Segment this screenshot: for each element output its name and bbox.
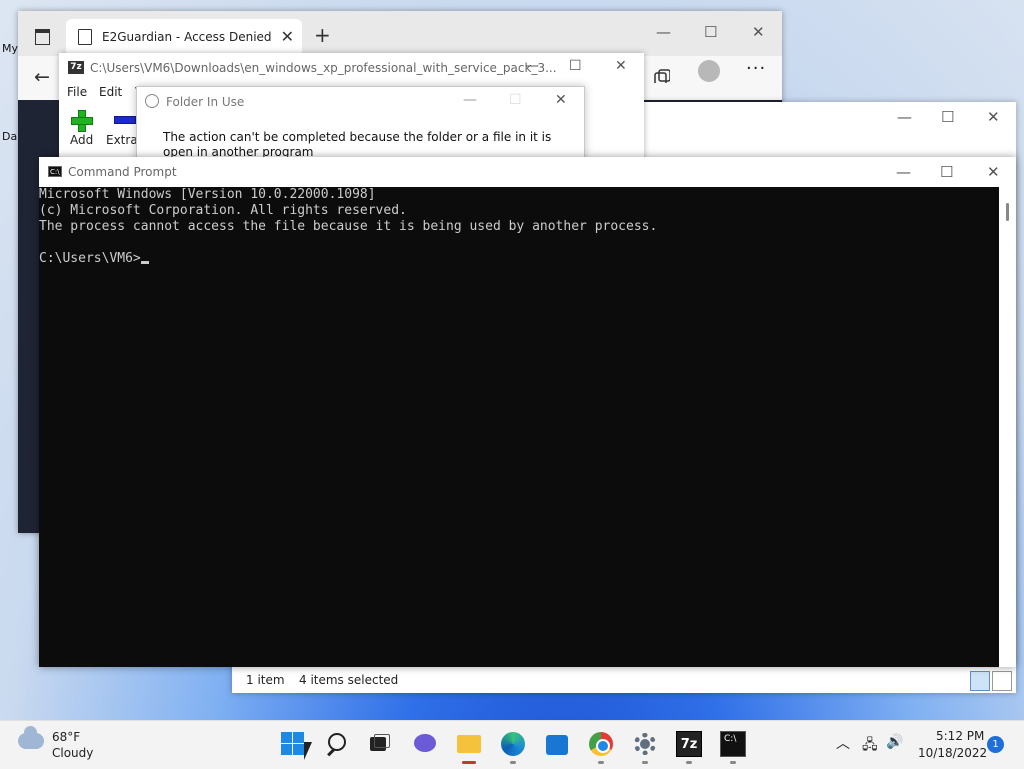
tab-title: E2Guardian - Access Denied [102, 30, 272, 44]
minimize-button[interactable]: — [896, 163, 911, 181]
edge-icon[interactable] [500, 731, 526, 757]
command-prompt-icon[interactable]: C:\ [720, 731, 746, 757]
details-view-icon[interactable] [970, 671, 990, 691]
window-title: C:\Users\VM6\Downloads\en_windows_xp_pro… [90, 61, 557, 75]
dialog-app-icon [145, 94, 159, 108]
page-icon [78, 29, 92, 45]
vertical-scrollbar[interactable] [999, 187, 1016, 667]
start-icon[interactable] [280, 731, 306, 757]
maximize-button[interactable]: ☐ [940, 163, 953, 181]
show-hidden-icons-icon[interactable]: ︿ [836, 733, 850, 753]
terminal-line: (c) Microsoft Corporation. All rights re… [39, 203, 407, 218]
running-indicator [730, 761, 736, 764]
chat-icon[interactable] [412, 731, 438, 757]
running-indicator [686, 761, 692, 764]
profile-avatar[interactable] [698, 60, 720, 82]
terminal-prompt: C:\Users\VM6> [39, 251, 141, 266]
maximize-button: ☐ [509, 92, 522, 108]
minimize-button[interactable]: — [463, 92, 477, 108]
dialog-title: Folder In Use [166, 95, 245, 109]
add-button-label[interactable]: Add [70, 133, 93, 147]
settings-icon[interactable] [632, 731, 658, 757]
minimize-button[interactable]: — [525, 58, 539, 74]
running-indicator [462, 761, 476, 764]
more-options-button[interactable]: ··· [746, 58, 766, 79]
file-explorer-icon[interactable] [456, 731, 482, 757]
terminal-output[interactable]: Microsoft Windows [Version 10.0.22000.10… [39, 187, 999, 667]
chrome-icon[interactable] [588, 731, 614, 757]
maximize-button[interactable]: ☐ [569, 58, 582, 74]
search-icon[interactable] [325, 731, 351, 757]
7zip-icon[interactable]: 7z [676, 731, 702, 757]
browser-tab[interactable]: E2Guardian - Access Denied ✕ [66, 19, 302, 56]
scrollbar-thumb[interactable] [1006, 203, 1009, 221]
store-icon[interactable] [544, 731, 570, 757]
task-view-icon[interactable] [368, 731, 394, 757]
close-button[interactable]: ✕ [615, 58, 627, 74]
collections-icon[interactable] [654, 69, 670, 83]
7zip-logo-icon: 7z [68, 61, 84, 74]
close-button[interactable]: ✕ [555, 92, 567, 108]
close-button[interactable]: ✕ [987, 163, 1000, 181]
desktop-icon-label[interactable]: My [2, 42, 18, 55]
minimize-button[interactable]: — [897, 108, 912, 126]
tab-close-button[interactable]: ✕ [281, 27, 294, 46]
terminal-line: Microsoft Windows [Version 10.0.22000.10… [39, 187, 376, 202]
edge-tab-bar: E2Guardian - Access Denied ✕ + — ☐ ✕ [18, 11, 782, 56]
weather-temperature[interactable]: 68°F [52, 730, 80, 744]
notification-badge[interactable]: 1 [987, 736, 1004, 753]
terminal-line: The process cannot access the file becau… [39, 219, 658, 234]
item-count: 1 item [246, 673, 285, 687]
close-button[interactable]: ✕ [987, 108, 1000, 126]
volume-icon[interactable]: 🔊 [886, 734, 903, 750]
new-tab-button[interactable]: + [314, 23, 331, 47]
running-indicator [510, 761, 516, 764]
terminal-prompt-line[interactable]: C:\Users\VM6> [39, 251, 999, 267]
network-icon[interactable]: 🖧 [862, 734, 878, 758]
clock-time[interactable]: 5:12 PM [936, 729, 984, 743]
status-bar: 1 item 4 items selected [232, 666, 1016, 693]
dialog-message: The action can't be completed because th… [163, 130, 552, 159]
text-cursor [140, 261, 149, 264]
running-indicator [642, 761, 648, 764]
mouse-cursor-icon [304, 742, 318, 760]
close-button[interactable]: ✕ [752, 23, 765, 41]
running-indicator [598, 761, 604, 764]
selection-count: 4 items selected [299, 673, 399, 687]
add-icon[interactable] [71, 110, 93, 132]
cloud-icon[interactable] [18, 726, 44, 749]
folder-in-use-dialog: Folder In Use — ☐ ✕ The action can't be … [136, 86, 585, 160]
clock-date[interactable]: 10/18/2022 [918, 746, 987, 760]
tab-actions-icon[interactable] [35, 29, 50, 45]
title-bar[interactable]: C:\ Command Prompt — ☐ ✕ [39, 157, 1016, 187]
command-prompt-window: C:\ Command Prompt — ☐ ✕ Microsoft Windo… [39, 157, 1016, 667]
taskbar: 68°F Cloudy 7z C:\ ︿ 🖧 🔊 5:12 PM 10/18/2… [0, 720, 1024, 769]
minimize-button[interactable]: — [656, 23, 671, 41]
maximize-button[interactable]: ☐ [941, 108, 954, 126]
extract-icon[interactable] [114, 116, 136, 124]
menu-file[interactable]: File [67, 85, 87, 99]
window-title: Command Prompt [68, 165, 177, 179]
cmd-app-icon: C:\ [48, 166, 62, 177]
tiles-view-icon[interactable] [992, 671, 1012, 691]
menu-edit[interactable]: Edit [99, 85, 122, 99]
maximize-button[interactable]: ☐ [704, 23, 717, 41]
desktop-icon-label[interactable]: Da [2, 130, 17, 143]
back-button[interactable]: ← [34, 66, 50, 88]
weather-condition[interactable]: Cloudy [52, 746, 93, 760]
